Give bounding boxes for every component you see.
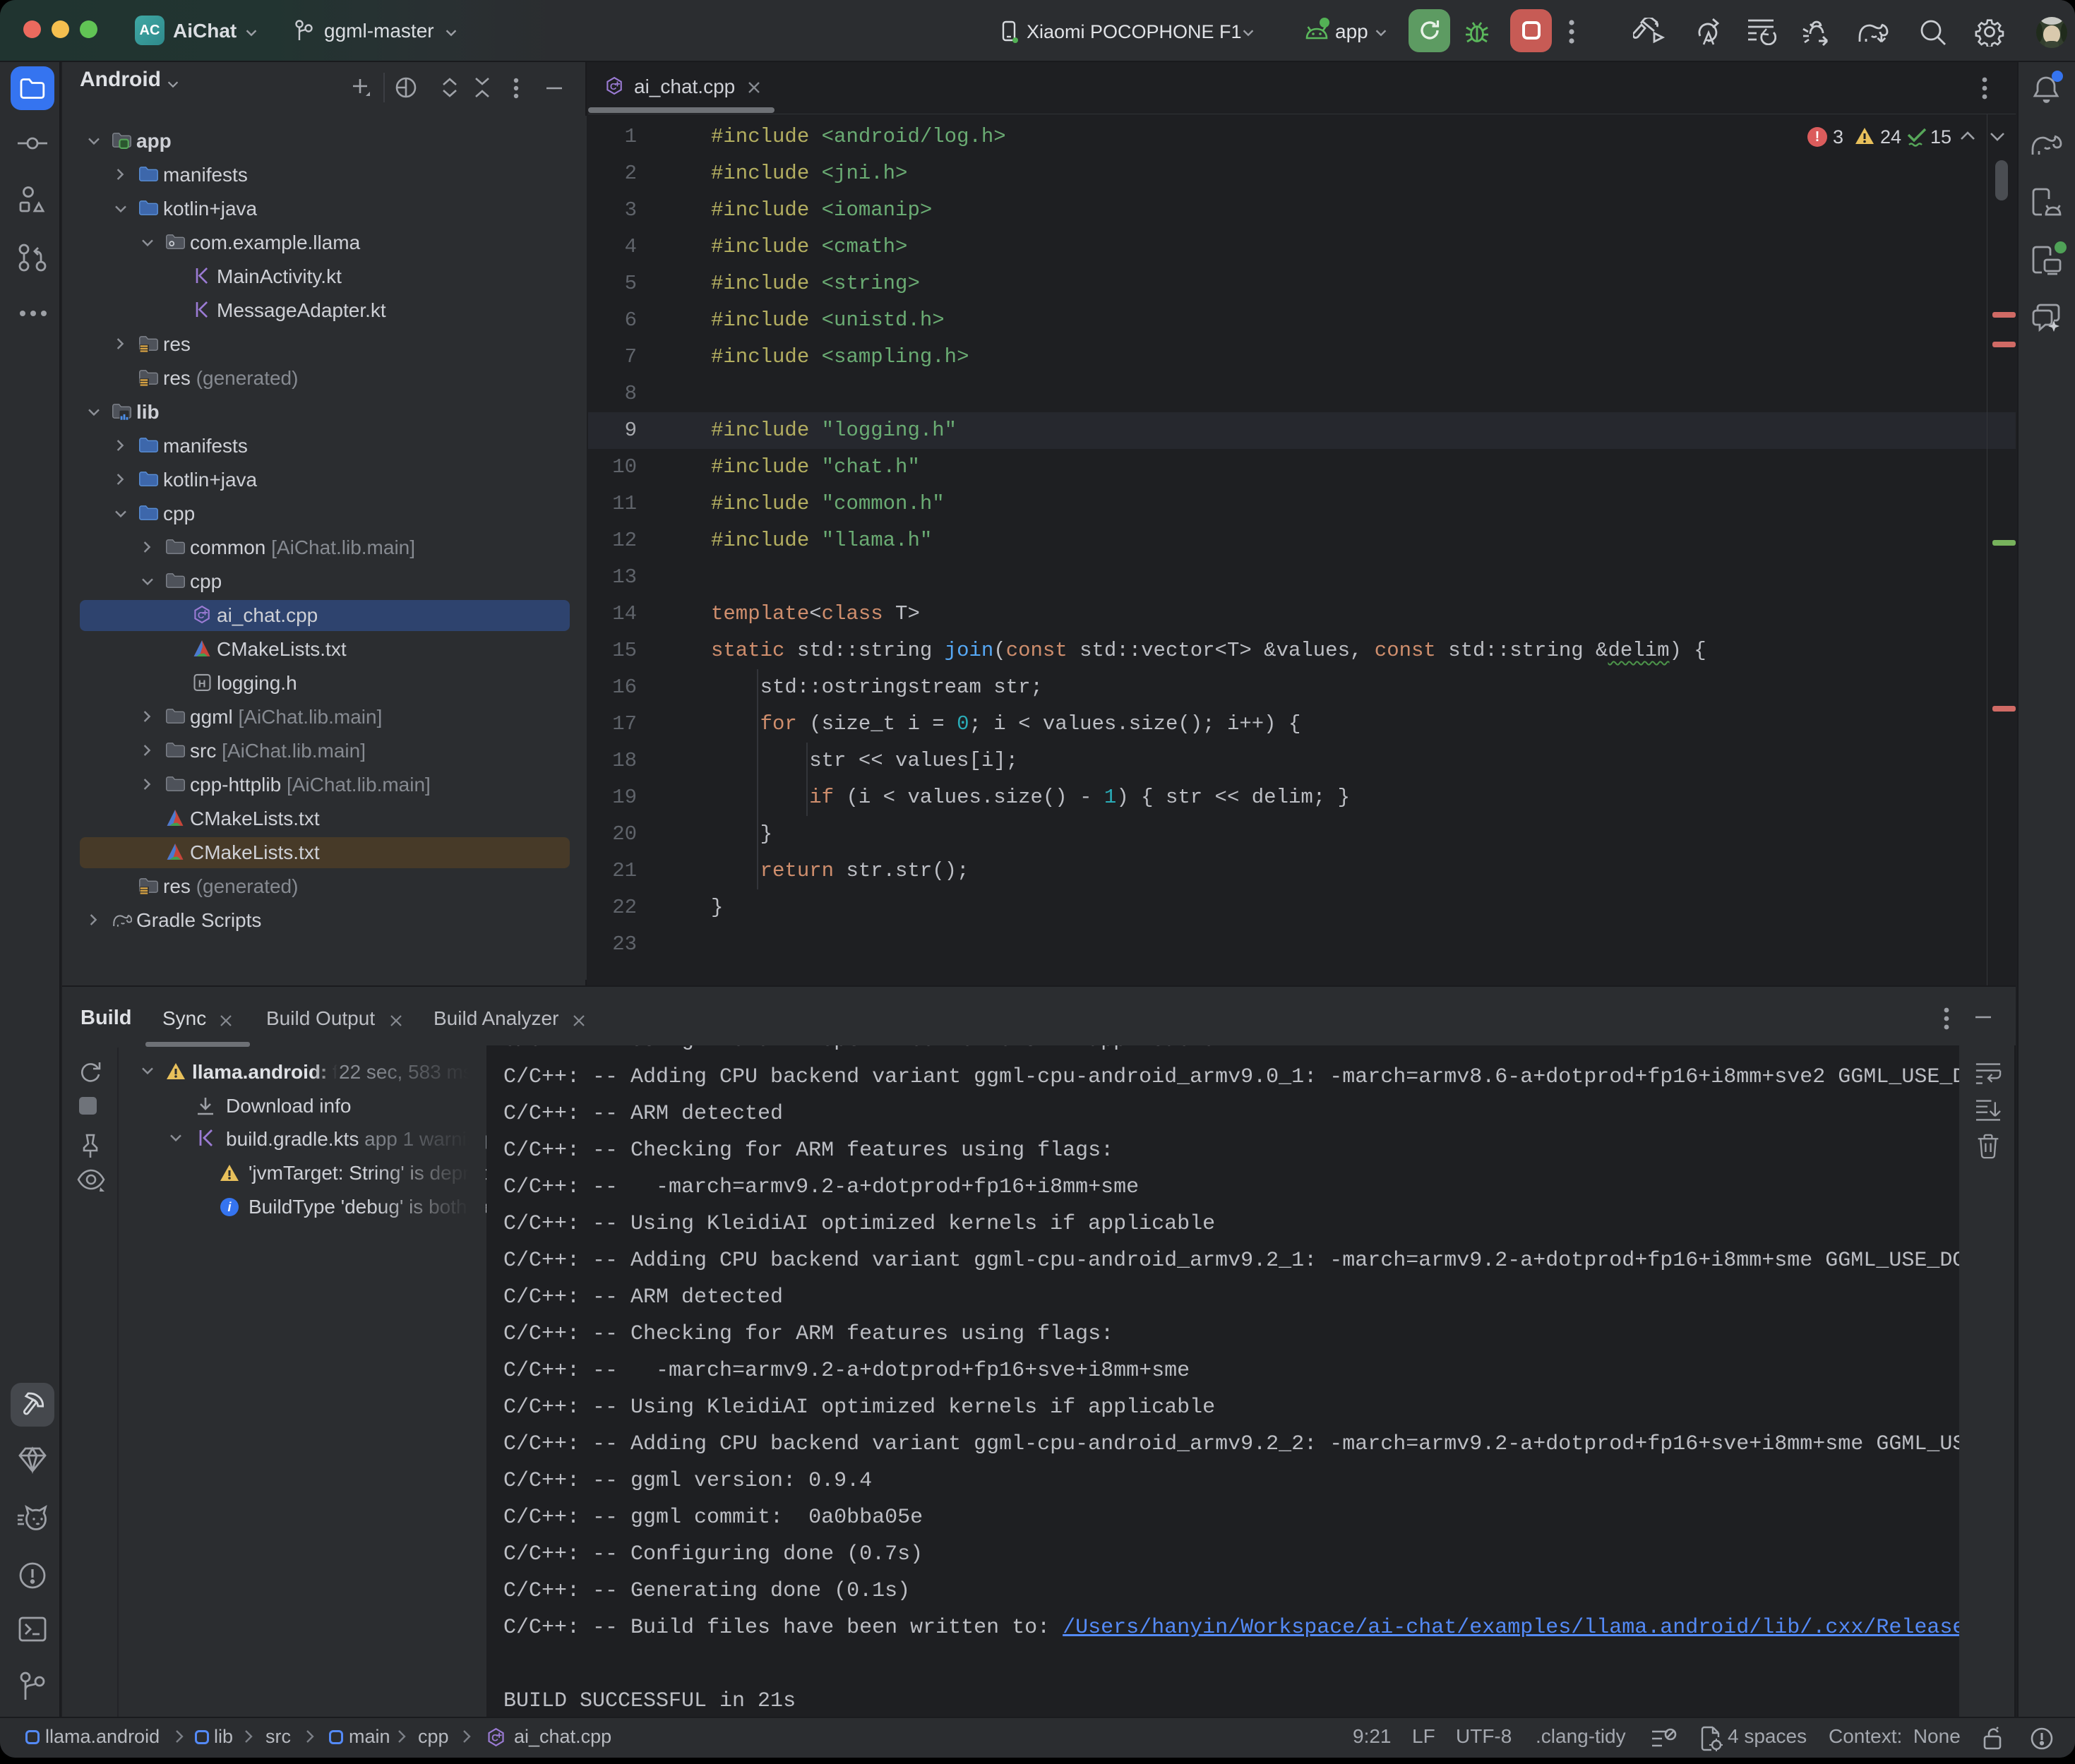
svg-text:H: H (198, 678, 206, 690)
svg-text:C: C (491, 1732, 498, 1743)
svg-text:C: C (610, 81, 617, 92)
svg-text:C: C (198, 610, 205, 620)
